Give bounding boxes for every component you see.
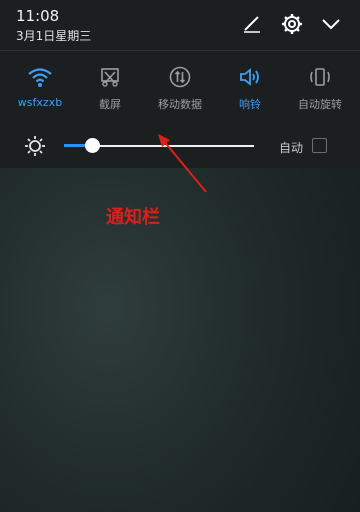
annotation-label: 通知栏 (106, 207, 160, 228)
annotation-arrow (158, 134, 207, 193)
